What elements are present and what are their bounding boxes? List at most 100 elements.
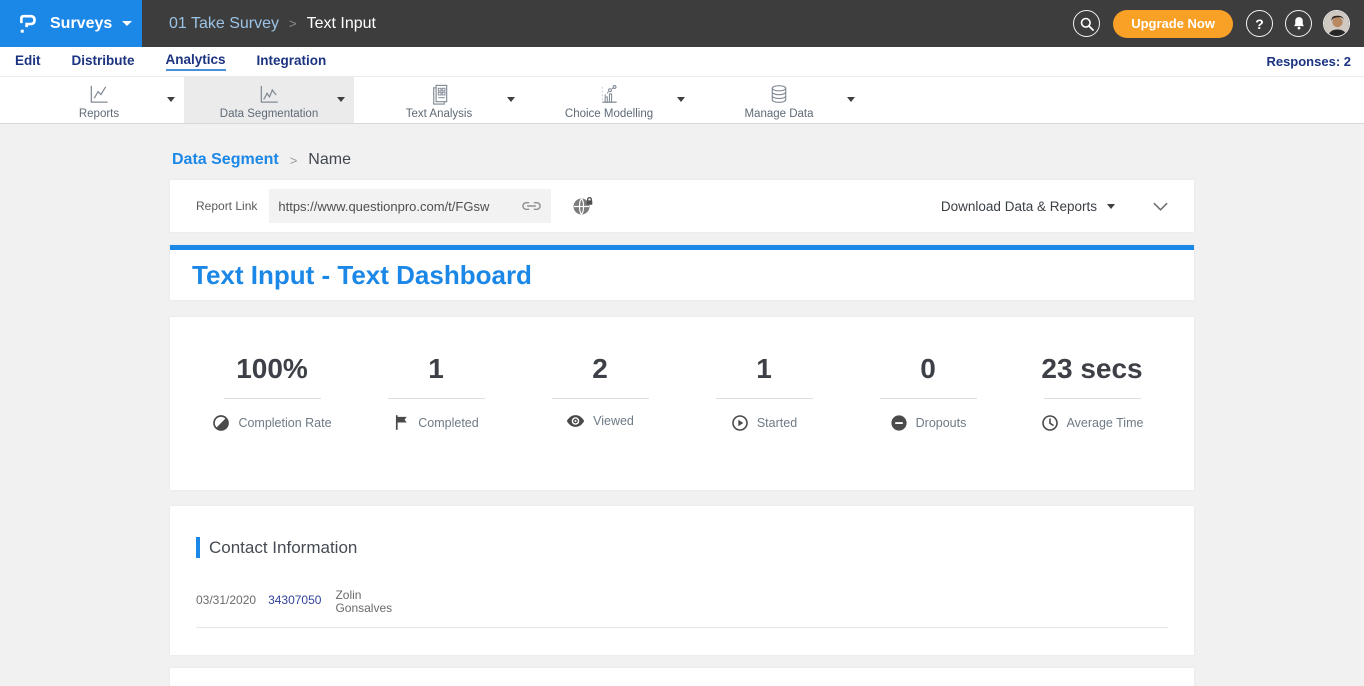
chevron-down-icon <box>1107 204 1115 209</box>
stat-label: Dropouts <box>916 416 967 430</box>
stat-completion-rate: 100% Completion Rate <box>190 353 354 490</box>
search-button[interactable] <box>1073 10 1100 37</box>
segment-breadcrumb: Data Segment > Name <box>170 149 1194 171</box>
stat-value: 2 <box>592 353 608 385</box>
user-avatar[interactable] <box>1323 10 1350 37</box>
breadcrumb-question-name: Text Input <box>307 15 376 33</box>
report-link-bar: Report Link https://www.questionpro.com/… <box>170 180 1194 232</box>
breadcrumb-survey-name[interactable]: 01 Take Survey <box>169 15 279 33</box>
chevron-down-icon[interactable] <box>847 97 855 102</box>
respondent-first-name: Zolin <box>335 588 361 602</box>
stat-value: 100% <box>236 353 308 385</box>
help-button[interactable]: ? <box>1246 10 1273 37</box>
analytics-toolbar: Reports Data Segmentation Text Analysis … <box>0 77 1364 124</box>
chevron-down-icon[interactable] <box>677 97 685 102</box>
completion-rate-icon <box>212 414 230 432</box>
report-link-label: Report Link <box>196 199 257 213</box>
product-name: Surveys <box>50 15 112 33</box>
toolbar-item-text-analysis[interactable]: Text Analysis <box>354 77 524 123</box>
stat-value: 0 <box>920 353 936 385</box>
divider <box>1044 398 1141 399</box>
divider <box>388 398 485 399</box>
globe-lock-icon[interactable] <box>572 196 594 216</box>
page-title: Text Input - Text Dashboard <box>192 260 532 291</box>
toolbar-item-label: Data Segmentation <box>220 108 318 120</box>
responses-count[interactable]: Responses: 2 <box>1266 54 1364 69</box>
survey-nav: Edit Distribute Analytics Integration Re… <box>0 47 1364 77</box>
nav-tab-edit[interactable]: Edit <box>15 53 41 70</box>
chevron-down-icon[interactable] <box>337 97 345 102</box>
nav-tab-analytics[interactable]: Analytics <box>166 52 226 71</box>
breadcrumb-segment-name: Name <box>308 151 351 169</box>
breadcrumb: 01 Take Survey > Text Input <box>169 15 376 33</box>
divider <box>880 398 977 399</box>
stat-completed: 1 Completed <box>354 353 518 490</box>
divider <box>196 627 1168 628</box>
toolbar-item-manage-data[interactable]: Manage Data <box>694 77 864 123</box>
stat-label: Completed <box>418 416 478 430</box>
clock-icon <box>1041 414 1059 432</box>
toolbar-item-label: Reports <box>79 108 119 120</box>
stat-viewed: 2 Viewed <box>518 353 682 490</box>
document-grid-icon <box>426 82 452 107</box>
breadcrumb-data-segment[interactable]: Data Segment <box>172 151 279 169</box>
report-link-input[interactable]: https://www.questionpro.com/t/FGsw <box>269 189 551 223</box>
toolbar-item-choice-modelling[interactable]: Choice Modelling <box>524 77 694 123</box>
divider <box>716 398 813 399</box>
contact-row: 03/31/2020 34307050 Zolin Gonsalves <box>196 589 1168 615</box>
download-label: Download Data & Reports <box>941 199 1097 214</box>
stat-value: 1 <box>756 353 772 385</box>
scatter-chart-icon <box>596 82 622 107</box>
search-icon <box>1080 17 1094 31</box>
main-content: Data Segment > Name Report Link https://… <box>0 124 1364 686</box>
download-data-reports-dropdown[interactable]: Download Data & Reports <box>941 199 1115 214</box>
chevron-down-icon <box>122 21 132 26</box>
toolbar-item-reports[interactable]: Reports <box>14 77 184 123</box>
report-link-url[interactable]: https://www.questionpro.com/t/FGsw <box>278 199 521 214</box>
avatar-photo <box>1324 11 1350 37</box>
play-circle-icon <box>731 414 749 432</box>
chevron-expand-icon <box>1153 202 1168 211</box>
upgrade-now-button[interactable]: Upgrade Now <box>1113 10 1233 38</box>
toolbar-item-label: Manage Data <box>744 108 813 120</box>
nav-tab-integration[interactable]: Integration <box>257 53 327 70</box>
chevron-down-icon[interactable] <box>167 97 175 102</box>
divider <box>224 398 321 399</box>
stat-value: 1 <box>428 353 444 385</box>
response-id-link[interactable]: 34307050 <box>268 589 321 607</box>
next-section-card <box>170 668 1194 686</box>
contact-heading: Contact Information <box>209 538 357 558</box>
toolbar-item-label: Choice Modelling <box>565 108 653 120</box>
chain-link-icon <box>521 200 542 212</box>
stat-started: 1 Started <box>682 353 846 490</box>
notifications-button[interactable] <box>1285 10 1312 37</box>
flag-icon <box>393 414 410 431</box>
respondent-last-name: Gonsalves <box>335 601 392 615</box>
topbar-actions: Upgrade Now ? <box>1073 10 1364 38</box>
bell-icon <box>1292 16 1306 31</box>
stat-average-time: 23 secs Average Time <box>1010 353 1174 490</box>
chevron-down-icon[interactable] <box>507 97 515 102</box>
response-date: 03/31/2020 <box>196 589 256 607</box>
stats-summary-card: 100% Completion Rate 1 <box>170 317 1194 490</box>
toolbar-item-data-segmentation[interactable]: Data Segmentation <box>184 77 354 123</box>
product-switcher[interactable]: Surveys <box>0 0 142 47</box>
eye-icon <box>566 414 585 428</box>
questionpro-logo-icon <box>17 11 38 37</box>
heading-accent-bar <box>196 537 200 558</box>
line-chart-icon <box>86 82 112 107</box>
database-icon <box>766 82 792 107</box>
collapse-panel-button[interactable] <box>1153 202 1168 211</box>
segmentation-chart-icon <box>256 82 282 107</box>
nav-tab-distribute[interactable]: Distribute <box>72 53 135 70</box>
question-mark-icon: ? <box>1255 16 1264 32</box>
stat-dropouts: 0 Dropouts <box>846 353 1010 490</box>
stat-label: Viewed <box>593 414 634 428</box>
stat-label: Average Time <box>1067 416 1144 430</box>
toolbar-item-label: Text Analysis <box>406 108 472 120</box>
divider <box>552 398 649 399</box>
stat-label: Completion Rate <box>238 416 331 430</box>
breadcrumb-separator: > <box>289 16 297 31</box>
stat-value: 23 secs <box>1041 353 1142 385</box>
stat-label: Started <box>757 416 797 430</box>
